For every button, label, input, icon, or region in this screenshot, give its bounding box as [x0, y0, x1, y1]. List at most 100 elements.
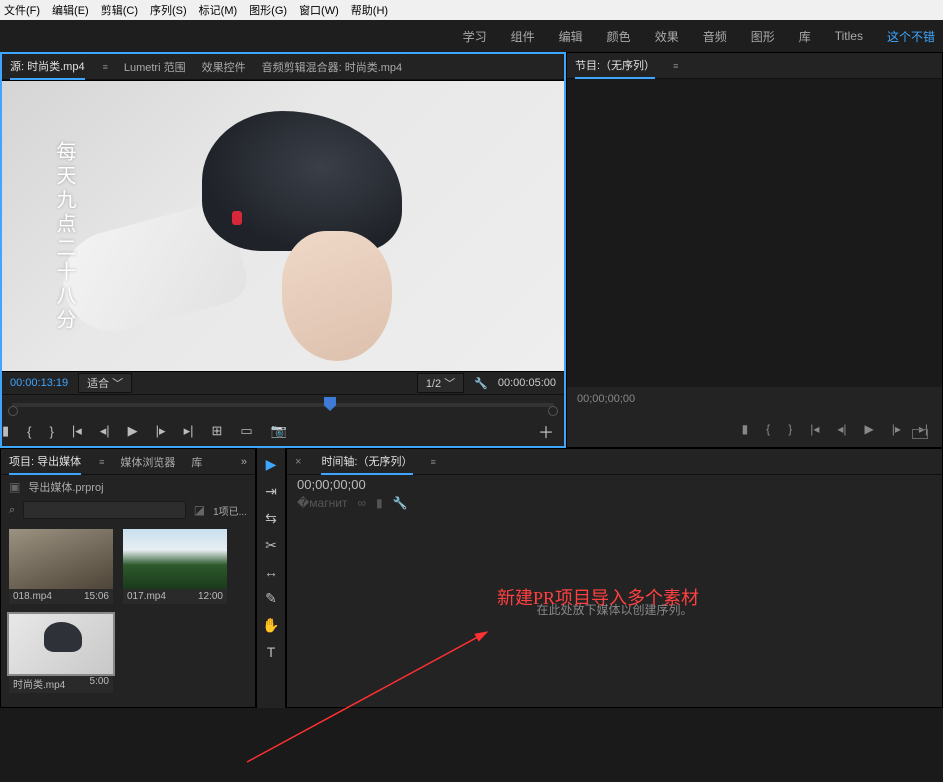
- ws-assembly[interactable]: 组件: [511, 28, 535, 45]
- thumb-image: [9, 614, 113, 674]
- out-point-icon[interactable]: }: [50, 424, 54, 439]
- annotation-text: 新建PR项目导入多个素材: [497, 584, 699, 610]
- tab-lumetri[interactable]: Lumetri 范围: [124, 55, 186, 79]
- playhead-icon[interactable]: [324, 397, 336, 411]
- settings-wrench-icon[interactable]: 🔧: [393, 496, 408, 510]
- timeline-drop-area[interactable]: 新建PR项目导入多个素材 在此处放下媒体以创建序列。: [287, 512, 942, 707]
- figure-face: [282, 231, 392, 361]
- step-back-icon[interactable]: ◂|: [837, 422, 846, 436]
- project-search-input[interactable]: [23, 501, 186, 519]
- settings-wrench-icon[interactable]: 🔧: [474, 377, 488, 390]
- clip-duration: 12:00: [198, 591, 223, 602]
- step-fwd-icon[interactable]: |▸: [156, 423, 166, 439]
- ws-effects[interactable]: 效果: [655, 28, 679, 45]
- program-viewer[interactable]: [567, 79, 942, 387]
- project-header: ▣ 导出媒体.prproj: [1, 475, 255, 499]
- go-to-in-icon[interactable]: |◂: [72, 423, 82, 439]
- panel-menu-icon[interactable]: ≡: [99, 457, 104, 467]
- link-icon[interactable]: ∞: [357, 496, 366, 510]
- hand-tool-icon[interactable]: ✋: [262, 617, 279, 634]
- panel-menu-icon[interactable]: ≡: [103, 62, 108, 72]
- zoom-handle-right[interactable]: [548, 406, 558, 416]
- ws-color[interactable]: 颜色: [607, 28, 631, 45]
- step-fwd-icon[interactable]: |▸: [892, 422, 901, 436]
- play-icon[interactable]: ▶: [128, 423, 138, 439]
- marker-icon[interactable]: ▮: [2, 423, 9, 439]
- tab-effect-controls[interactable]: 效果控件: [202, 55, 246, 79]
- selection-tool-icon[interactable]: ▶: [266, 456, 277, 473]
- safe-margins-icon[interactable]: [912, 429, 928, 439]
- menubar: 文件(F) 编辑(E) 剪辑(C) 序列(S) 标记(M) 图形(G) 窗口(W…: [0, 0, 943, 20]
- in-point-icon[interactable]: {: [766, 422, 770, 436]
- annotation-arrow-icon: [227, 602, 627, 782]
- more-tabs-icon[interactable]: »: [241, 452, 247, 472]
- menu-edit[interactable]: 编辑(E): [52, 2, 89, 18]
- insert-icon[interactable]: ⊞: [211, 423, 222, 439]
- zoom-fit-dropdown[interactable]: 适合 ﹀: [78, 373, 132, 393]
- menu-help[interactable]: 帮助(H): [351, 2, 388, 18]
- tab-project[interactable]: 项目: 导出媒体: [9, 449, 81, 475]
- zoom-handle-left[interactable]: [8, 406, 18, 416]
- tab-libraries[interactable]: 库: [191, 450, 202, 474]
- resolution-dropdown[interactable]: 1/2 ﹀: [417, 373, 464, 393]
- panel-menu-icon[interactable]: ≡: [431, 457, 436, 467]
- source-tc-in[interactable]: 00:00:13:19: [10, 377, 68, 389]
- tab-timeline[interactable]: 时间轴:（无序列）: [321, 449, 412, 475]
- filter-icon[interactable]: ◪: [194, 503, 205, 517]
- in-point-icon[interactable]: {: [27, 424, 31, 439]
- clip-thumb[interactable]: 时尚类.mp45:00: [9, 614, 113, 693]
- slip-tool-icon[interactable]: ↔: [264, 564, 278, 580]
- source-video-frame: 每天九点二十八分: [2, 81, 564, 371]
- ws-graphics[interactable]: 图形: [751, 28, 775, 45]
- project-panel: 项目: 导出媒体 ≡ 媒体浏览器 库 » ▣ 导出媒体.prproj ⌕ ◪ 1…: [0, 448, 256, 708]
- clip-duration: 5:00: [90, 676, 109, 691]
- step-back-icon[interactable]: ◂|: [100, 423, 110, 439]
- clip-thumb[interactable]: 017.mp4 12:00: [123, 529, 227, 604]
- search-icon: ⌕: [9, 504, 15, 517]
- project-thumbs: 018.mp415:06 017.mp4 12:00 时尚类.mp45:00: [1, 521, 255, 701]
- ripple-tool-icon[interactable]: ⇆: [265, 510, 277, 527]
- video-overlay-text: 每天九点二十八分: [50, 141, 79, 333]
- ws-learn[interactable]: 学习: [463, 28, 487, 45]
- clip-name: 017.mp4: [127, 591, 166, 602]
- project-name: 导出媒体.prproj: [28, 479, 103, 495]
- item-count: 1项已...: [213, 503, 247, 518]
- add-button-icon[interactable]: ＋: [538, 419, 554, 443]
- menu-file[interactable]: 文件(F): [4, 2, 40, 18]
- panel-menu-icon[interactable]: ≡: [673, 61, 678, 71]
- marker-icon[interactable]: ▮: [742, 422, 749, 436]
- ws-custom[interactable]: 这个不错: [887, 28, 935, 45]
- ws-audio[interactable]: 音频: [703, 28, 727, 45]
- export-frame-icon[interactable]: 📷: [271, 423, 287, 439]
- source-transport: ▮ { } |◂ ◂| ▶ |▸ ▸| ⊞ ▭ 📷 ＋: [2, 416, 564, 446]
- track-select-tool-icon[interactable]: ⇥: [265, 483, 277, 500]
- snap-icon[interactable]: �магнит: [297, 496, 347, 510]
- figure-nail: [232, 211, 242, 225]
- tab-media-browser[interactable]: 媒体浏览器: [120, 450, 175, 474]
- source-ruler[interactable]: [2, 394, 564, 416]
- tab-program[interactable]: 节目:（无序列）: [575, 53, 655, 79]
- go-to-out-icon[interactable]: ▸|: [184, 423, 194, 439]
- menu-window[interactable]: 窗口(W): [299, 2, 339, 18]
- ws-library[interactable]: 库: [799, 28, 811, 45]
- tab-source[interactable]: 源: 时尚类.mp4: [10, 54, 85, 80]
- type-tool-icon[interactable]: T: [267, 644, 276, 660]
- ws-titles[interactable]: Titles: [835, 29, 863, 43]
- menu-graphics[interactable]: 图形(G): [249, 2, 287, 18]
- overwrite-icon[interactable]: ▭: [240, 423, 252, 439]
- tab-audio-mixer[interactable]: 音频剪辑混合器: 时尚类.mp4: [262, 55, 403, 79]
- razor-tool-icon[interactable]: ✂: [265, 537, 277, 554]
- source-viewer[interactable]: 每天九点二十八分: [2, 80, 564, 372]
- close-tab-icon[interactable]: ×: [295, 456, 301, 468]
- play-icon[interactable]: ▶: [864, 422, 873, 436]
- out-point-icon[interactable]: }: [788, 422, 792, 436]
- ws-editing[interactable]: 编辑: [559, 28, 583, 45]
- menu-sequence[interactable]: 序列(S): [150, 2, 187, 18]
- pen-tool-icon[interactable]: ✎: [265, 590, 277, 607]
- clip-thumb[interactable]: 018.mp415:06: [9, 529, 113, 604]
- go-to-in-icon[interactable]: |◂: [810, 422, 819, 436]
- menu-clip[interactable]: 剪辑(C): [101, 2, 138, 18]
- marker-add-icon[interactable]: ▮: [376, 496, 383, 510]
- timeline-tc[interactable]: 00;00;00;00: [287, 475, 942, 494]
- menu-marker[interactable]: 标记(M): [199, 2, 238, 18]
